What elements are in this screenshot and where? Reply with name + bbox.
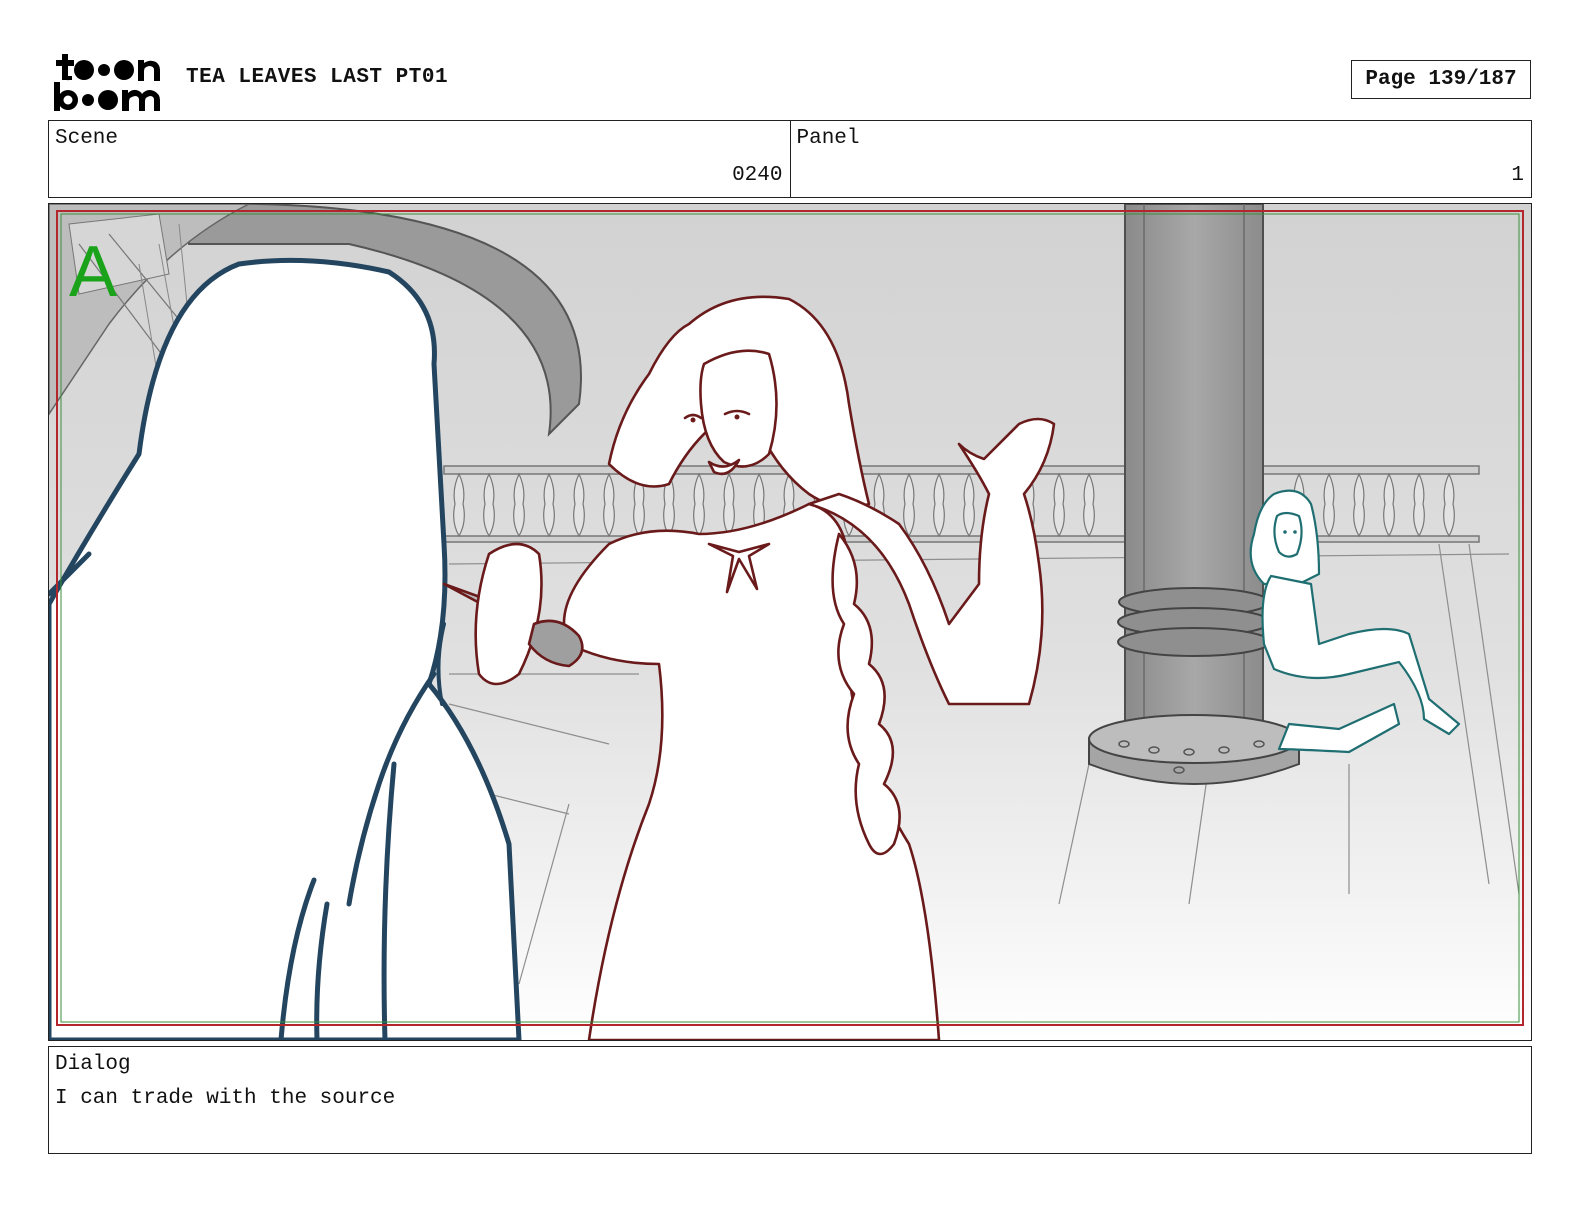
railing-baluster — [1353, 472, 1365, 538]
railing-baluster — [693, 472, 705, 538]
panel-number: 1 — [1511, 164, 1524, 187]
railing-baluster — [1083, 472, 1095, 538]
panel-cell: Panel 1 — [789, 121, 1532, 197]
railing-baluster — [603, 472, 615, 538]
page-indicator: Page 139/187 — [1351, 60, 1531, 99]
railing-baluster — [1413, 472, 1425, 538]
railing-baluster — [723, 472, 735, 538]
dialog-label: Dialog — [55, 1053, 131, 1076]
railing-baluster — [1323, 472, 1335, 538]
railing-baluster — [903, 472, 915, 538]
railing-baluster — [1443, 472, 1455, 538]
toon-boom-logo — [52, 50, 164, 112]
storyboard-panel-image: A — [48, 203, 1532, 1041]
railing-baluster — [1383, 472, 1395, 538]
railing-baluster — [573, 472, 585, 538]
railing-baluster — [483, 472, 495, 538]
dialog-box: Dialog I can trade with the source — [48, 1046, 1532, 1154]
scene-cell: Scene 0240 — [49, 121, 790, 197]
railing-baluster — [933, 472, 945, 538]
railing-baluster — [513, 472, 525, 538]
panel-label: Panel — [796, 127, 860, 150]
layer-marker: A — [69, 232, 117, 312]
scene-number: 0240 — [732, 164, 783, 187]
scene-label: Scene — [55, 127, 119, 150]
scene-panel-info: Scene 0240 Panel 1 — [48, 120, 1532, 198]
project-title: TEA LEAVES LAST PT01 — [186, 66, 449, 89]
railing-baluster — [963, 472, 975, 538]
railing-baluster — [543, 472, 555, 538]
dialog-text: I can trade with the source — [55, 1087, 396, 1110]
railing-baluster — [453, 472, 465, 538]
railing-baluster — [1053, 472, 1065, 538]
